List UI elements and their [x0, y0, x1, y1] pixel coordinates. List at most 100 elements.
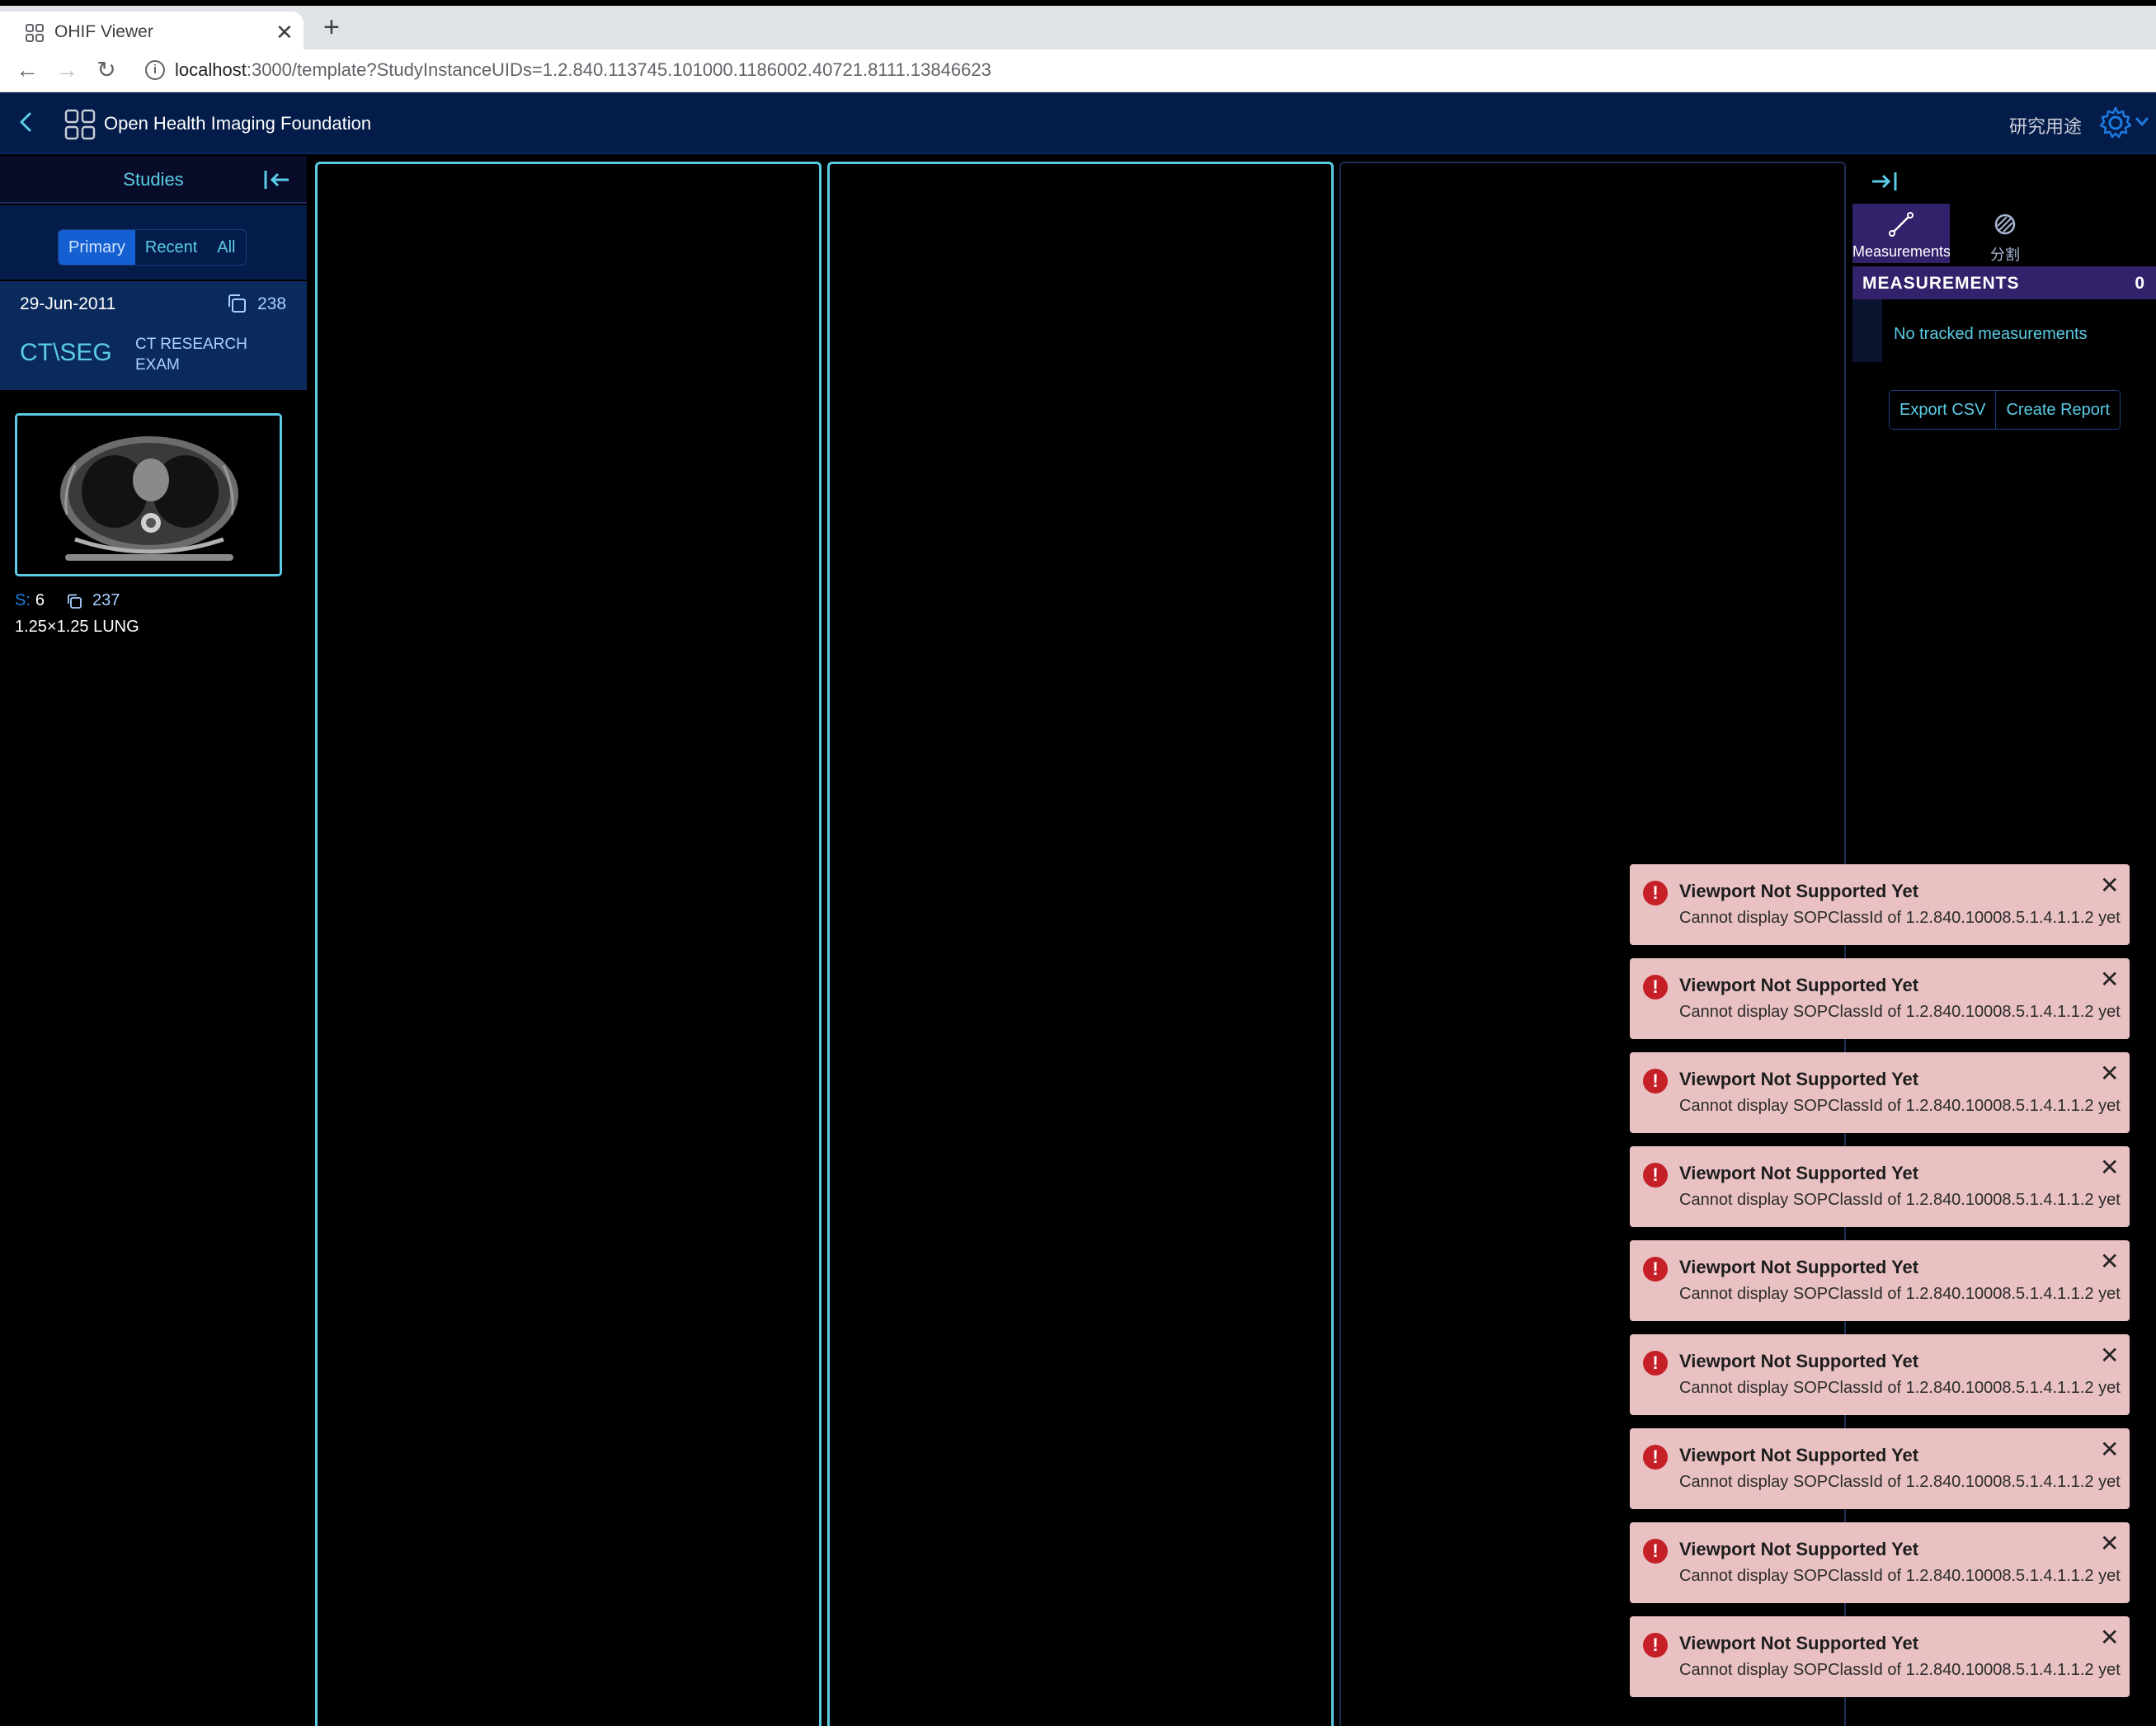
export-csv-button[interactable]: Export CSV [1890, 391, 1996, 429]
ohif-logo-icon [64, 109, 96, 140]
notification-message: Cannot display SOPClassId of 1.2.840.100… [1679, 1473, 2121, 1491]
study-item[interactable]: 29-Jun-2011 238 CT\SEG CT RESEARCH EXAM [0, 281, 307, 390]
notification-message: Cannot display SOPClassId of 1.2.840.100… [1679, 909, 2121, 927]
reload-icon[interactable]: ↻ [92, 56, 120, 84]
error-icon: ! [1643, 975, 1668, 999]
measurements-empty-gutter [1852, 299, 1882, 362]
study-filter-tabs: Primary Recent All [0, 205, 307, 280]
no-measurements-text: No tracked measurements [1894, 325, 2088, 343]
measurements-count: 0 [2135, 274, 2144, 293]
collapse-left-panel-icon[interactable] [262, 166, 290, 194]
close-icon[interactable]: ✕ [2100, 1062, 2119, 1085]
series-number: 6 [35, 591, 45, 609]
notification-toast: ! Viewport Not Supported Yet Cannot disp… [1630, 864, 2130, 945]
notification-title: Viewport Not Supported Yet [1679, 1257, 1919, 1277]
error-icon: ! [1643, 1257, 1668, 1282]
error-icon: ! [1643, 1163, 1668, 1188]
tab-all[interactable]: All [207, 230, 246, 265]
browser-tab-title: OHIF Viewer [54, 22, 153, 41]
series-thumbnail[interactable] [15, 413, 282, 576]
tab-measurements[interactable]: Measurements [1852, 204, 1950, 263]
notification-title: Viewport Not Supported Yet [1679, 1351, 1919, 1371]
browser-tab-bar: OHIF Viewer ✕ + [0, 6, 2156, 55]
notification-title: Viewport Not Supported Yet [1679, 1069, 1919, 1089]
close-icon[interactable]: ✕ [2100, 874, 2119, 897]
browser-forward-icon[interactable]: → [53, 56, 81, 84]
instances-stack-icon [228, 294, 246, 313]
tab-primary[interactable]: Primary [59, 230, 135, 265]
measurement-actions: Export CSV Create Report [1889, 390, 2121, 430]
app-header: Open Health Imaging Foundation 研究用途 [0, 92, 2156, 154]
close-icon[interactable]: ✕ [2100, 1344, 2119, 1367]
notification-title: Viewport Not Supported Yet [1679, 881, 1919, 901]
close-tab-icon[interactable]: ✕ [275, 20, 294, 45]
close-icon[interactable]: ✕ [2100, 968, 2119, 991]
chevron-down-icon[interactable] [2135, 115, 2149, 129]
instances-stack-icon [68, 594, 82, 609]
gear-icon[interactable] [2098, 106, 2133, 140]
viewport-1[interactable] [315, 162, 821, 1726]
notification-toast: ! Viewport Not Supported Yet Cannot disp… [1630, 1428, 2130, 1509]
create-report-button[interactable]: Create Report [1995, 391, 2121, 429]
notification-message: Cannot display SOPClassId of 1.2.840.100… [1679, 1097, 2121, 1115]
url-input[interactable]: localhost:3000/template?StudyInstanceUID… [175, 59, 991, 81]
segmentation-icon [1994, 214, 2016, 235]
series-description: 1.25×1.25 LUNG [15, 618, 139, 636]
study-date: 29-Jun-2011 [20, 294, 116, 313]
notification-toast: ! Viewport Not Supported Yet Cannot disp… [1630, 1334, 2130, 1415]
notification-toast: ! Viewport Not Supported Yet Cannot disp… [1630, 1522, 2130, 1603]
notification-toast: ! Viewport Not Supported Yet Cannot disp… [1630, 1240, 2130, 1321]
notification-toast: ! Viewport Not Supported Yet Cannot disp… [1630, 958, 2130, 1039]
notification-message: Cannot display SOPClassId of 1.2.840.100… [1679, 1191, 2121, 1209]
measurement-line-icon [1889, 212, 1914, 237]
research-use-label: 研究用途 [2009, 116, 2083, 137]
error-icon: ! [1643, 1539, 1668, 1564]
close-icon[interactable]: ✕ [2100, 1626, 2119, 1649]
measurements-header-label: MEASUREMENTS [1862, 274, 2020, 293]
notification-title: Viewport Not Supported Yet [1679, 1163, 1919, 1183]
collapse-right-panel-icon[interactable] [1869, 167, 1899, 195]
close-icon[interactable]: ✕ [2100, 1438, 2119, 1461]
study-description: CT RESEARCH EXAM [135, 336, 247, 374]
notification-message: Cannot display SOPClassId of 1.2.840.100… [1679, 1285, 2121, 1303]
notification-toast: ! Viewport Not Supported Yet Cannot disp… [1630, 1146, 2130, 1227]
ct-chest-slice-image [17, 416, 280, 574]
error-icon: ! [1643, 881, 1668, 905]
notification-toast: ! Viewport Not Supported Yet Cannot disp… [1630, 1052, 2130, 1133]
notification-toast: ! Viewport Not Supported Yet Cannot disp… [1630, 1616, 2130, 1697]
error-icon: ! [1643, 1351, 1668, 1376]
notification-message: Cannot display SOPClassId of 1.2.840.100… [1679, 1379, 2121, 1397]
notification-title: Viewport Not Supported Yet [1679, 1539, 1919, 1559]
browser-back-icon[interactable]: ← [13, 56, 41, 84]
notification-title: Viewport Not Supported Yet [1679, 975, 1919, 995]
series-number-prefix: S: [15, 591, 31, 609]
study-instance-count: 238 [257, 294, 287, 313]
close-icon[interactable]: ✕ [2100, 1250, 2119, 1273]
site-info-icon[interactable]: i [145, 60, 165, 80]
ohif-favicon-icon [26, 24, 44, 42]
notification-message: Cannot display SOPClassId of 1.2.840.100… [1679, 1003, 2121, 1021]
viewport-2[interactable] [827, 162, 1334, 1726]
tab-segmentation-label: 分割 [1990, 247, 2020, 263]
error-icon: ! [1643, 1069, 1668, 1093]
error-icon: ! [1643, 1445, 1668, 1470]
new-tab-button[interactable]: + [323, 12, 340, 42]
close-icon[interactable]: ✕ [2100, 1532, 2119, 1555]
tab-segmentation[interactable]: 分割 [1956, 204, 2054, 263]
studies-panel-header: Studies [0, 156, 307, 204]
series-meta: S: 6 237 [15, 591, 120, 610]
tab-measurements-label: Measurements [1852, 243, 1950, 260]
url-host: localhost [175, 59, 247, 80]
tab-recent[interactable]: Recent [134, 230, 208, 265]
measurements-header[interactable]: MEASUREMENTS 0 [1852, 266, 2156, 299]
back-chevron-icon[interactable] [13, 107, 38, 137]
notification-title: Viewport Not Supported Yet [1679, 1445, 1919, 1465]
series-instance-count: 237 [92, 591, 120, 609]
notification-message: Cannot display SOPClassId of 1.2.840.100… [1679, 1661, 2121, 1679]
window-top-strip [0, 0, 2156, 6]
address-bar: ← → ↻ i localhost:3000/template?StudyIns… [0, 49, 2156, 92]
notification-stack: ! Viewport Not Supported Yet Cannot disp… [1630, 864, 2130, 1710]
study-modality: CT\SEG [20, 339, 112, 366]
close-icon[interactable]: ✕ [2100, 1156, 2119, 1179]
notification-title: Viewport Not Supported Yet [1679, 1633, 1919, 1653]
